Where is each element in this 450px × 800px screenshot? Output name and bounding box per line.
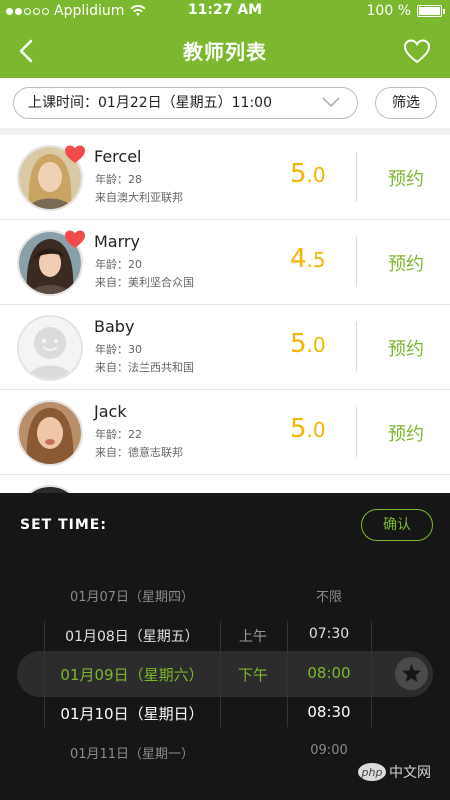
divider bbox=[356, 407, 357, 457]
book-button[interactable]: 预约 bbox=[376, 250, 436, 276]
date-option-selected[interactable]: 01月09日（星期六） bbox=[44, 664, 220, 685]
date-wheel[interactable]: 01月07日（星期四） 01月08日（星期五） 01月09日（星期六） 01月1… bbox=[44, 493, 220, 800]
teacher-rating: 5.0 bbox=[290, 159, 326, 189]
date-option[interactable]: 01月07日（星期四） bbox=[44, 586, 220, 605]
teacher-row[interactable]: Jack 年龄：22 来自：德意志联邦 5.0 预约 bbox=[0, 390, 450, 475]
teacher-age: 年龄：28 bbox=[95, 173, 142, 186]
time-filter-bar: 上课时间：01月22日（星期五）11:00 筛选 bbox=[0, 78, 450, 128]
favorited-heart-icon bbox=[65, 230, 85, 248]
date-option[interactable]: 01月11日（星期一） bbox=[44, 743, 220, 762]
divider bbox=[356, 152, 357, 202]
teacher-origin: 来自：美利坚合众国 bbox=[95, 276, 194, 289]
svg-text:php: php bbox=[361, 766, 383, 779]
ampm-option-selected[interactable]: 下午 bbox=[220, 664, 286, 685]
date-option[interactable]: 01月08日（星期五） bbox=[44, 626, 220, 646]
divider bbox=[356, 322, 357, 372]
teacher-origin: 来自：德意志联邦 bbox=[95, 446, 183, 459]
avatar bbox=[17, 315, 83, 381]
book-button[interactable]: 预约 bbox=[376, 420, 436, 446]
ampm-wheel[interactable]: 上午 下午 bbox=[220, 493, 286, 800]
class-time-selector[interactable]: 上课时间：01月22日（星期五）11:00 bbox=[13, 87, 358, 119]
class-time-label: 上课时间： bbox=[28, 95, 98, 111]
status-bar: Applidium 11:27 AM 100 % bbox=[0, 0, 450, 22]
favorited-heart-icon bbox=[65, 145, 85, 163]
time-picker-sheet: SET TIME: 确认 01月07日（星期四） 01月08日（星期五） 01月… bbox=[0, 493, 450, 800]
filter-button[interactable]: 筛选 bbox=[375, 87, 437, 119]
column-divider bbox=[371, 621, 372, 727]
teacher-name: Baby bbox=[94, 317, 135, 336]
php-watermark-logo: php 中文网 bbox=[358, 763, 431, 781]
battery-icon bbox=[417, 5, 445, 17]
teacher-name: Jack bbox=[94, 402, 127, 421]
teacher-row[interactable]: Marry 年龄：20 来自：美利坚合众国 4.5 预约 bbox=[0, 220, 450, 305]
time-wheel[interactable]: 不限 07:30 08:00 08:30 09:00 bbox=[287, 493, 371, 800]
book-button[interactable]: 预约 bbox=[376, 165, 436, 191]
chevron-down-icon bbox=[322, 97, 340, 108]
divider bbox=[356, 237, 357, 287]
class-time-value: 01月22日（星期五）11:00 bbox=[98, 95, 272, 111]
teacher-origin: 来自：法兰西共和国 bbox=[95, 361, 194, 374]
teacher-row[interactable]: Baby 年龄：30 来自：法兰西共和国 5.0 预约 bbox=[0, 305, 450, 390]
teacher-rating: 5.0 bbox=[290, 329, 326, 359]
page-title: 教师列表 bbox=[183, 40, 267, 64]
date-option[interactable]: 01月10日（星期日） bbox=[44, 703, 220, 724]
teacher-age: 年龄：22 bbox=[95, 428, 142, 441]
book-button[interactable]: 预约 bbox=[376, 335, 436, 361]
battery-text: 100 % bbox=[366, 3, 411, 19]
svg-text:中文网: 中文网 bbox=[389, 765, 431, 781]
teacher-name: Marry bbox=[94, 232, 140, 251]
teacher-row[interactable]: Fercel 年龄：28 来自澳大利亚联邦 5.0 预约 bbox=[0, 135, 450, 220]
section-separator bbox=[0, 128, 450, 135]
teacher-rating: 4.5 bbox=[290, 244, 326, 274]
time-option[interactable]: 09:00 bbox=[287, 743, 371, 758]
time-option[interactable]: 不限 bbox=[287, 586, 371, 605]
favorite-heart-icon[interactable] bbox=[403, 38, 431, 64]
teacher-age: 年龄：20 bbox=[95, 258, 142, 271]
star-icon bbox=[402, 664, 421, 682]
navigation-bar: Applidium 11:27 AM 100 % 教师列表 bbox=[0, 0, 450, 78]
time-option[interactable]: 07:30 bbox=[287, 626, 371, 642]
avatar bbox=[17, 400, 83, 466]
teacher-age: 年龄：30 bbox=[95, 343, 142, 356]
confirm-button[interactable]: 确认 bbox=[361, 509, 433, 541]
teacher-name: Fercel bbox=[94, 147, 142, 166]
time-option-selected[interactable]: 08:00 bbox=[287, 664, 371, 682]
teacher-origin: 来自澳大利亚联邦 bbox=[95, 191, 183, 204]
teacher-rating: 5.0 bbox=[290, 414, 326, 444]
star-button[interactable] bbox=[395, 657, 428, 690]
time-option[interactable]: 08:30 bbox=[287, 703, 371, 721]
ampm-option[interactable]: 上午 bbox=[220, 626, 286, 646]
